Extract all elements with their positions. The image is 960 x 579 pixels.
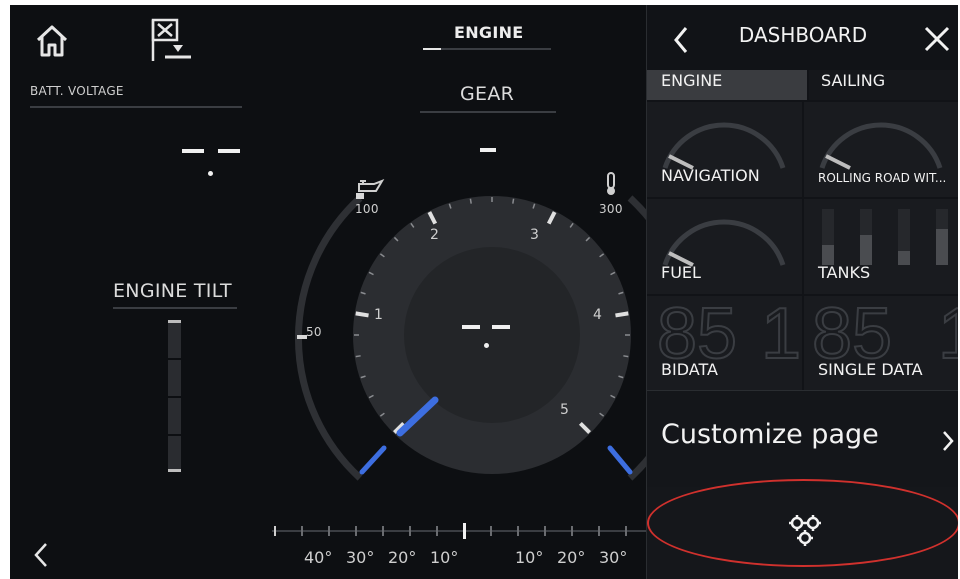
tile-rolling-road[interactable]: ROLLING ROAD WIT... bbox=[804, 102, 958, 197]
trim-angle: 20° bbox=[557, 548, 586, 567]
customize-page-label: Customize page bbox=[661, 419, 879, 450]
man-overboard-flag-icon[interactable] bbox=[147, 17, 191, 63]
trim-tick bbox=[571, 526, 573, 536]
svg-text:85: 85 bbox=[657, 296, 737, 368]
rpm-tick bbox=[469, 198, 472, 204]
rpm-tick-2: 2 bbox=[430, 227, 440, 243]
engine-screen: ENGINE BATT. VOLTAGE ENGINE TILT GEAR 1 … bbox=[10, 5, 958, 579]
trim-tick bbox=[436, 526, 438, 536]
trim-tick bbox=[274, 526, 276, 536]
tile-tanks[interactable]: TANKS bbox=[804, 199, 958, 294]
temp-needle bbox=[607, 445, 633, 475]
svg-text:1: 1 bbox=[761, 296, 801, 368]
trim-angle: 10° bbox=[430, 548, 459, 567]
customize-page-button[interactable]: Customize page bbox=[647, 390, 958, 488]
trim-tick bbox=[517, 526, 519, 536]
trim-angle: 40° bbox=[304, 548, 333, 567]
rpm-tick bbox=[623, 355, 629, 358]
trim-angle: 30° bbox=[346, 548, 375, 567]
trim-tick bbox=[382, 526, 384, 536]
close-icon[interactable] bbox=[923, 25, 951, 53]
temp-tick-300: 300 bbox=[599, 202, 623, 216]
gear-value bbox=[480, 148, 496, 152]
batt-voltage-underline bbox=[30, 106, 242, 108]
highlight-ellipse bbox=[647, 479, 958, 567]
trim-tick bbox=[328, 526, 330, 536]
trim-tick bbox=[355, 526, 357, 536]
trim-angle: 10° bbox=[515, 548, 544, 567]
tab-engine-label: ENGINE bbox=[661, 71, 723, 90]
rpm-value bbox=[462, 321, 514, 349]
oil-can-icon bbox=[356, 175, 386, 195]
batt-voltage-label: BATT. VOLTAGE bbox=[30, 84, 124, 98]
tile-label: NAVIGATION bbox=[661, 166, 760, 185]
tab-sailing-label: SAILING bbox=[821, 71, 886, 90]
trim-tick bbox=[544, 526, 546, 536]
thermometer-icon bbox=[603, 171, 619, 197]
rpm-tick-1: 1 bbox=[374, 307, 384, 323]
tile-navigation[interactable]: NAVIGATION bbox=[647, 102, 802, 197]
trim-angle: 30° bbox=[599, 548, 628, 567]
trim-tick bbox=[463, 523, 466, 539]
trim-angle: 20° bbox=[388, 548, 417, 567]
engine-tab-indicator bbox=[423, 48, 441, 50]
trim-tick bbox=[625, 526, 627, 536]
engine-tilt-label: ENGINE TILT bbox=[113, 280, 232, 302]
tile-single-data[interactable]: 85 1 SINGLE DATA bbox=[804, 296, 958, 391]
tile-label: TANKS bbox=[818, 263, 871, 282]
trim-tick bbox=[301, 526, 303, 536]
tile-bidata[interactable]: 85 1 BIDATA bbox=[647, 296, 802, 391]
svg-text:1: 1 bbox=[938, 296, 958, 368]
rpm-tick bbox=[355, 311, 369, 318]
engine-tab-underline bbox=[423, 48, 551, 50]
home-icon[interactable] bbox=[32, 21, 72, 61]
tile-label: ROLLING ROAD WIT... bbox=[818, 171, 947, 185]
engine-tilt-bar bbox=[168, 320, 181, 472]
rpm-tick-5: 5 bbox=[560, 402, 570, 418]
gear-label: GEAR bbox=[460, 83, 515, 105]
panel-title: DASHBOARD bbox=[738, 23, 868, 47]
tab-sailing[interactable]: SAILING bbox=[809, 70, 958, 100]
tile-label: SINGLE DATA bbox=[818, 360, 923, 379]
engine-tilt-underline bbox=[113, 307, 237, 309]
rpm-tick bbox=[615, 311, 629, 318]
svg-text:85: 85 bbox=[812, 296, 892, 368]
tile-label: BIDATA bbox=[661, 360, 718, 379]
tile-label: FUEL bbox=[661, 263, 701, 282]
rpm-tick-4: 4 bbox=[593, 307, 603, 323]
tab-engine[interactable]: ENGINE bbox=[647, 70, 807, 100]
chevron-left-icon[interactable] bbox=[30, 540, 52, 570]
rpm-tick-3: 3 bbox=[530, 227, 540, 243]
chevron-right-icon bbox=[941, 429, 955, 453]
tile-fuel[interactable]: FUEL bbox=[647, 199, 802, 294]
rpm-tick bbox=[512, 198, 515, 204]
gear-underline bbox=[420, 111, 556, 113]
trim-tick bbox=[409, 526, 411, 536]
trim-tick bbox=[490, 526, 492, 536]
trim-tick bbox=[598, 526, 600, 536]
oil-needle bbox=[359, 445, 387, 475]
rpm-tick bbox=[355, 355, 361, 358]
oil-tick-50: 50 bbox=[306, 325, 322, 339]
oil-tick-100: 100 bbox=[355, 202, 379, 216]
batt-voltage-value bbox=[182, 133, 242, 179]
engine-tab-label[interactable]: ENGINE bbox=[454, 23, 524, 42]
